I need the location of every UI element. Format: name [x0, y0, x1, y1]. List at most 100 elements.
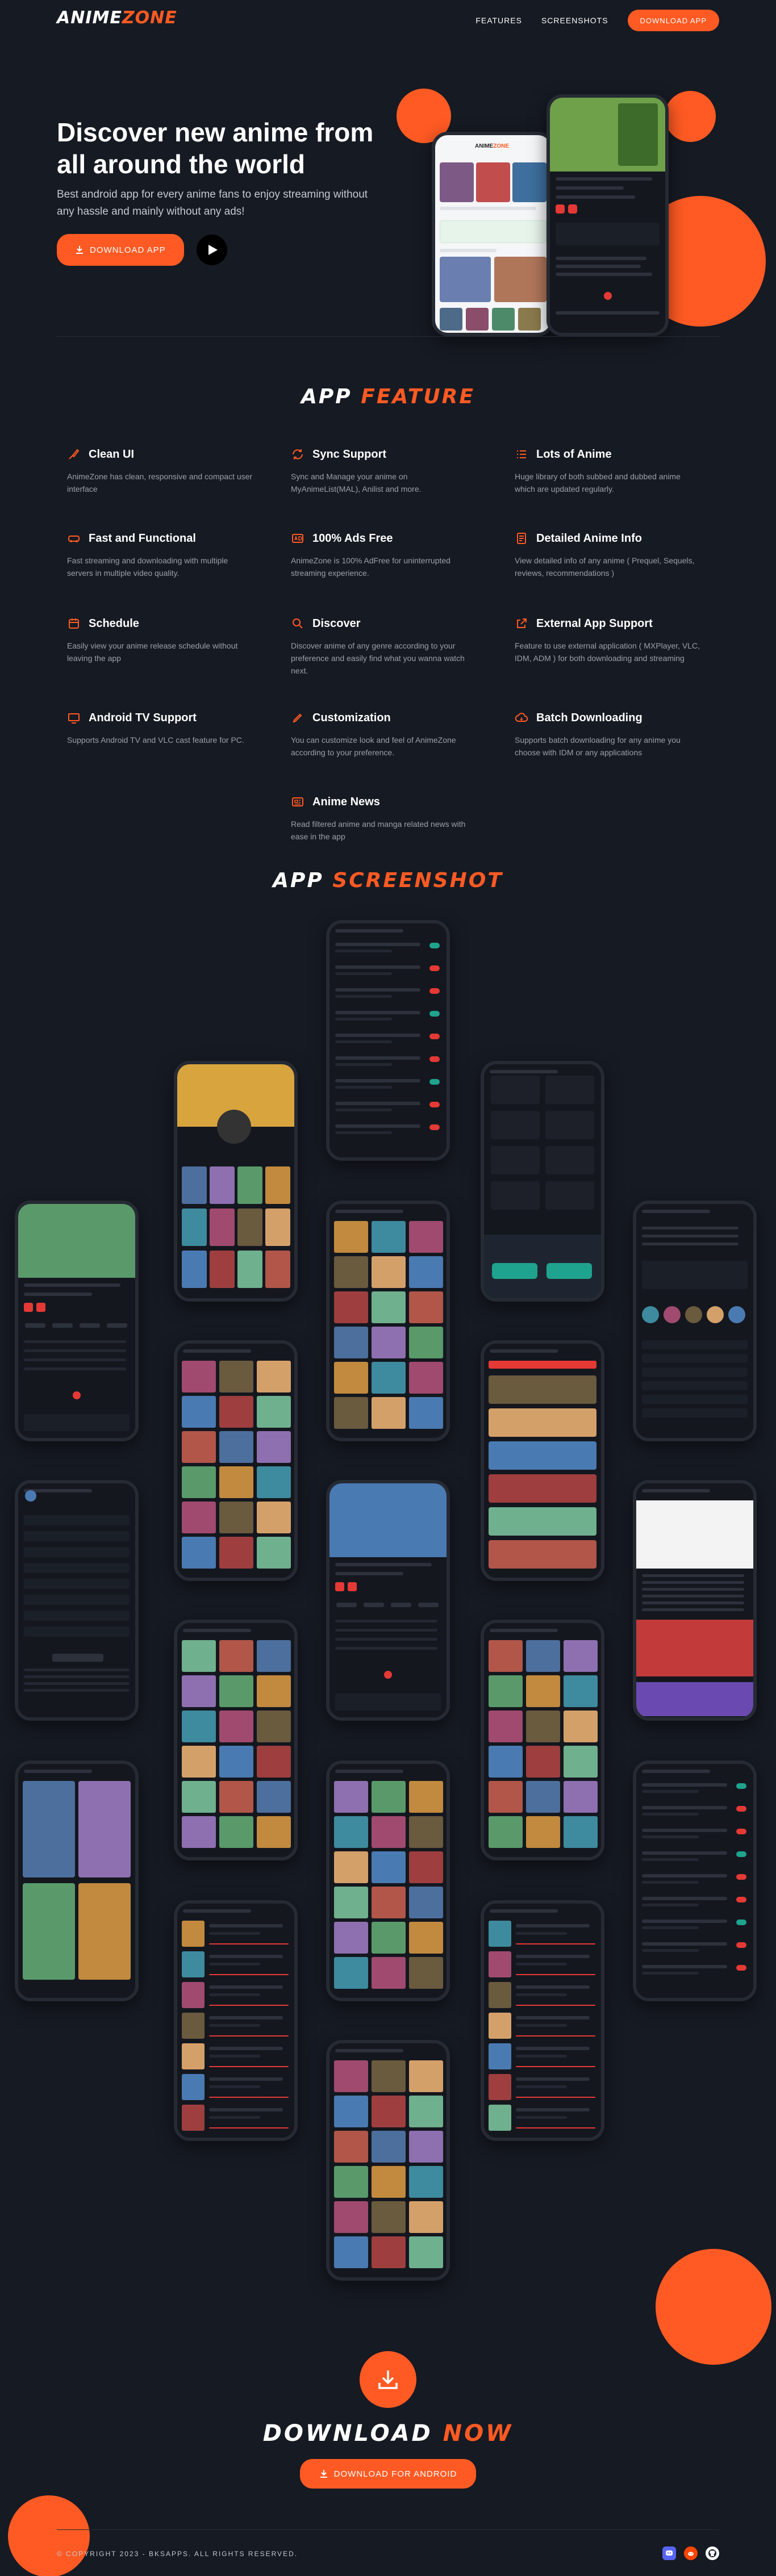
external-icon	[517, 618, 527, 628]
feature-card: Customization You can customize look and …	[291, 711, 478, 759]
nav-link-features[interactable]: FEATURES	[475, 16, 522, 25]
screenshot-element	[334, 2096, 368, 2127]
screenshot-element	[372, 1887, 406, 1918]
screenshot-element	[642, 1972, 699, 1975]
github-icon[interactable]	[706, 2546, 719, 2560]
app-screenshot-phone[interactable]	[633, 1760, 757, 2001]
screenshot-element	[334, 1781, 368, 1813]
screenshot-element	[182, 2013, 205, 2039]
screenshot-element	[736, 1942, 746, 1948]
nav-link-screenshots[interactable]: SCREENSHOTS	[541, 16, 608, 25]
app-screenshot-phone[interactable]	[326, 1201, 450, 1441]
app-screenshot-phone[interactable]	[326, 1480, 450, 1721]
screenshot-element	[418, 1603, 439, 1607]
screenshot-element	[736, 1851, 746, 1857]
screenshot-element	[489, 1441, 596, 1470]
screenshot-element	[209, 2055, 260, 2058]
feature-card: Batch Downloading Supports batch download…	[515, 711, 702, 759]
feature-name: Detailed Anime Info	[536, 532, 642, 545]
screenshot-element	[409, 1291, 443, 1323]
screenshot-element	[209, 1993, 260, 1996]
screenshot-element	[516, 2066, 595, 2067]
app-screenshot-phone[interactable]	[174, 1900, 298, 2141]
screenshot-element	[489, 2043, 511, 2069]
screenshot-element	[516, 1963, 567, 1966]
hero-title: Discover new anime from all around the w…	[57, 118, 374, 179]
screenshot-element	[78, 1883, 131, 1980]
app-screenshot-phone[interactable]	[633, 1480, 757, 1721]
feature-card: Anime News Read filtered anime and manga …	[291, 795, 478, 843]
screenshot-element	[492, 1263, 537, 1279]
screenshot-element	[736, 1920, 746, 1925]
screenshot-element	[209, 2066, 289, 2067]
screenshot-element	[489, 2074, 511, 2100]
screenshot-element	[209, 1943, 289, 1944]
screenshot-element	[182, 1166, 207, 1204]
screenshot-element	[24, 1283, 120, 1287]
screenshot-element	[257, 1431, 291, 1463]
app-screenshot-phone[interactable]	[481, 1340, 604, 1581]
screenshot-element	[736, 1829, 746, 1834]
screenshot-element	[642, 1601, 744, 1604]
phone-screen	[177, 1623, 294, 1857]
app-screenshot-phone[interactable]	[326, 2040, 450, 2281]
screenshot-element	[372, 2096, 406, 2127]
calendar-icon	[69, 618, 79, 629]
app-screenshot-phone[interactable]	[633, 1201, 757, 1441]
screenshot-element	[736, 1783, 746, 1789]
screenshot-element	[335, 929, 403, 932]
app-screenshot-phone[interactable]	[15, 1760, 139, 2001]
download-android-button[interactable]: DOWNLOAD FOR ANDROID	[300, 2459, 476, 2489]
phone-screen	[18, 1483, 135, 1717]
brush-icon	[69, 449, 80, 459]
hero-download-button[interactable]: DOWNLOAD APP	[57, 234, 184, 266]
screenshot-element	[564, 1675, 598, 1707]
nav-download-button[interactable]: DOWNLOAD APP	[627, 10, 719, 31]
app-screenshot-phone[interactable]	[15, 1201, 139, 1441]
screenshot-element	[642, 1210, 710, 1213]
screenshot-element	[334, 1362, 368, 1394]
screenshot-element	[334, 2201, 368, 2233]
play-video-button[interactable]	[196, 235, 227, 265]
app-screenshot-phone[interactable]	[481, 1620, 604, 1860]
discord-icon[interactable]	[662, 2546, 676, 2560]
phone-screen	[329, 2043, 447, 2277]
screenshot-element	[182, 1466, 216, 1498]
screenshot-element	[642, 1235, 739, 1237]
screenshot-element	[183, 1629, 251, 1632]
screenshot-element	[24, 1770, 92, 1773]
screenshot-element	[642, 1790, 699, 1793]
screenshot-element	[335, 1102, 420, 1105]
screenshot-element	[24, 1689, 130, 1692]
screenshot-element	[182, 1502, 216, 1533]
phone-screen	[177, 1344, 294, 1578]
screenshot-element	[257, 1746, 291, 1778]
reddit-icon[interactable]	[684, 2546, 698, 2560]
screenshot-element	[210, 1251, 235, 1288]
screenshot-element	[372, 1922, 406, 1954]
feature-header: Fast and Functional	[67, 532, 255, 545]
feature-header: 100% Ads Free	[291, 532, 478, 545]
app-screenshot-phone[interactable]	[326, 1760, 450, 2001]
screenshot-element	[516, 1955, 590, 1958]
screenshot-element	[642, 1261, 748, 1289]
screenshot-element	[334, 1887, 368, 1918]
screenshot-element	[24, 1358, 126, 1361]
screenshot-element	[334, 1291, 368, 1323]
app-screenshot-phone[interactable]	[174, 1340, 298, 1581]
logo[interactable]: ANIMEZONE	[57, 8, 177, 28]
screenshot-element	[335, 965, 420, 969]
app-screenshot-phone[interactable]	[174, 1061, 298, 1302]
screenshot-element	[642, 1920, 727, 1923]
feature-name: Lots of Anime	[536, 448, 612, 461]
screenshot-element	[516, 1985, 590, 1989]
app-screenshot-phone[interactable]	[481, 1900, 604, 2141]
screenshot-element	[490, 1629, 558, 1632]
phone-screen	[18, 1764, 135, 1998]
app-screenshot-phone[interactable]	[174, 1620, 298, 1860]
app-screenshot-phone[interactable]	[481, 1061, 604, 1302]
app-screenshot-phone[interactable]	[326, 920, 450, 1161]
app-screenshot-phone[interactable]	[15, 1480, 139, 1721]
feature-card: Detailed Anime Info View detailed info of…	[515, 532, 702, 579]
screenshot-element	[490, 1070, 558, 1073]
